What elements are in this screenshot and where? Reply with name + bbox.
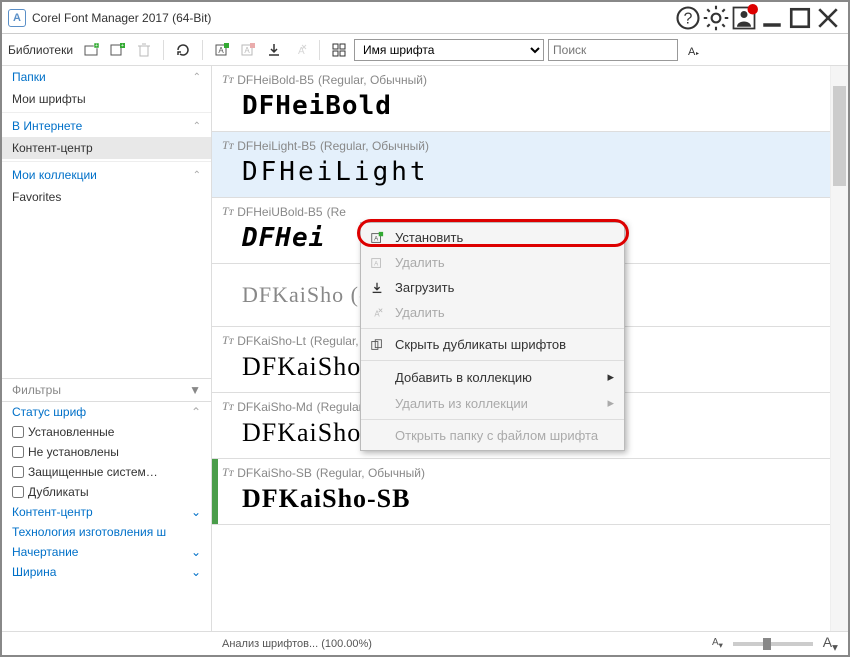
font-row[interactable]: Tᴛ DFHeiLight-B5 (Regular, Обычный) DFHe… [212,132,848,198]
menu-open-folder: Открыть папку с файлом шрифта [361,423,624,448]
delete-library-button[interactable] [133,39,155,61]
close-button[interactable] [814,7,842,29]
filter-not-installed[interactable]: Не установлены [2,442,211,462]
filter-protected-system[interactable]: Защищенные систем… [2,462,211,482]
menu-delete-1: A Удалить [361,250,624,275]
zoom-slider[interactable] [733,642,813,646]
delete-font-button[interactable]: A [289,39,311,61]
svg-text:?: ? [684,10,693,27]
download-font-button[interactable] [263,39,285,61]
sidebar-item-my-fonts[interactable]: Мои шрифты [2,88,211,110]
font-row[interactable]: Tᴛ DFKaiSho-SB (Regular, Обычный) DFKaiS… [212,459,848,525]
submenu-arrow-icon: ▸ [607,369,614,385]
download-icon [369,280,385,296]
menu-install[interactable]: A Установить [361,225,624,250]
truetype-icon: Tᴛ [222,333,233,348]
view-mode-button[interactable] [328,39,350,61]
svg-text:A: A [374,235,379,242]
font-row[interactable]: Tᴛ DFHeiBold-B5 (Regular, Обычный) DFHei… [212,66,848,132]
folders-header[interactable]: Папки⌃ [2,66,211,88]
help-button[interactable]: ? [674,7,702,29]
filter-width[interactable]: Ширина⌄ [2,562,211,582]
font-size-button[interactable]: A▸ [682,39,704,61]
context-menu: A Установить A Удалить Загрузить A Удали… [360,222,625,451]
refresh-button[interactable] [172,39,194,61]
zoom-small-icon[interactable]: A▾ [712,637,723,650]
menu-delete-2: A Удалить [361,300,624,325]
font-preview: DFKaiSho-SB [222,484,848,514]
submenu-arrow-icon: ▸ [607,395,614,411]
add-collection-button[interactable]: + [107,39,129,61]
libraries-label: Библиотеки [8,43,73,57]
filter-status-header[interactable]: Статус шриф⌃ [2,402,211,422]
scrollbar[interactable] [830,66,848,631]
filter-style[interactable]: Начертание⌄ [2,542,211,562]
status-text: Анализ шрифтов... (100.00%) [222,638,372,650]
delete-icon: A [369,305,385,321]
sidebar-item-favorites[interactable]: Favorites [2,186,211,208]
svg-text:A: A [374,260,379,267]
statusbar: Анализ шрифтов... (100.00%) A▾ A▾ [2,631,848,655]
menu-remove-from-collection: Удалить из коллекции▸ [361,390,624,416]
add-folder-button[interactable]: + [81,39,103,61]
window-title: Corel Font Manager 2017 (64-Bit) [32,11,674,25]
zoom-large-icon[interactable]: A▾ [823,634,838,654]
sidebar: Папки⌃ Мои шрифты В Интернете⌃ Контент-ц… [2,66,212,631]
truetype-icon: Tᴛ [222,465,233,480]
sidebar-item-content-center[interactable]: Контент-центр [2,137,211,159]
filter-installed[interactable]: Установленные [2,422,211,442]
internet-header[interactable]: В Интернете⌃ [2,115,211,137]
svg-text:A: A [688,46,696,58]
filter-duplicates[interactable]: Дубликаты [2,482,211,502]
uninstall-icon: A [369,255,385,271]
install-font-button[interactable]: A [211,39,233,61]
toolbar: Библиотеки + + A A A Имя шрифта A▸ [2,34,848,66]
filter-content-center[interactable]: Контент-центр⌄ [2,502,211,522]
sort-dropdown[interactable]: Имя шрифта [354,39,544,61]
menu-download[interactable]: Загрузить [361,275,624,300]
maximize-button[interactable] [786,7,814,29]
svg-text:+: + [95,43,98,49]
truetype-icon: Tᴛ [222,204,233,219]
duplicates-icon [369,337,385,353]
titlebar: A Corel Font Manager 2017 (64-Bit) ? [2,2,848,34]
app-icon: A [8,9,26,27]
filter-technology[interactable]: Технология изготовления ш [2,522,211,542]
install-icon: A [369,230,385,246]
truetype-icon: Tᴛ [222,138,233,153]
installed-indicator [212,459,218,524]
settings-button[interactable] [702,7,730,29]
collections-header[interactable]: Мои коллекции⌃ [2,164,211,186]
truetype-icon: Tᴛ [222,399,233,414]
minimize-button[interactable] [758,7,786,29]
svg-text:A: A [244,46,250,55]
account-button[interactable] [730,7,758,29]
font-preview: DFHeiBold [222,91,848,121]
svg-text:▸: ▸ [696,51,699,57]
font-preview: DFHeiLight [222,157,848,187]
search-input[interactable] [548,39,678,61]
menu-hide-duplicates[interactable]: Скрыть дубликаты шрифтов [361,332,624,357]
filter-icon: ▼ [189,383,201,397]
svg-text:A: A [218,46,224,55]
uninstall-font-button[interactable]: A [237,39,259,61]
menu-add-to-collection[interactable]: Добавить в коллекцию▸ [361,364,624,390]
svg-text:+: + [121,43,124,49]
filters-header[interactable]: Фильтры▼ [2,378,211,402]
truetype-icon: Tᴛ [222,72,233,87]
